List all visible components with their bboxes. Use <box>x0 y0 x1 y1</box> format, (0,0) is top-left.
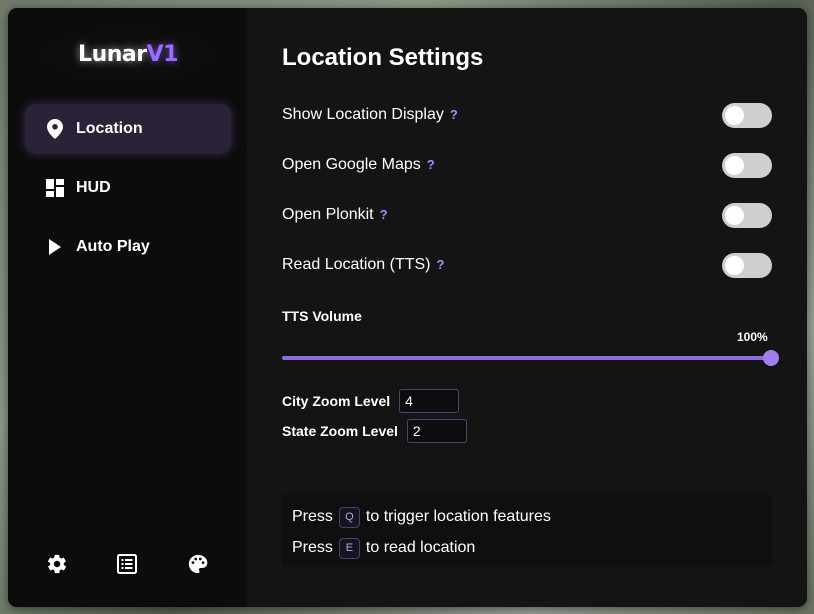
toggle-knob <box>725 205 744 225</box>
sidebar-item-auto-play[interactable]: Auto Play <box>25 222 231 272</box>
sidebar: Lunar V1 Location HUD Auto Play <box>8 8 247 607</box>
settings-panel: Location Settings Show Location Display?… <box>247 8 807 607</box>
city-zoom-row: City Zoom Level <box>282 389 460 413</box>
sidebar-item-label: Location <box>76 120 143 137</box>
help-icon[interactable]: ? <box>427 157 435 172</box>
setting-label: Read Location (TTS) <box>282 256 431 273</box>
gear-icon[interactable] <box>44 551 70 577</box>
show-location-display-toggle[interactable] <box>722 102 772 128</box>
hint-text: to trigger location features <box>365 508 551 525</box>
list-icon[interactable] <box>114 551 140 577</box>
tts-volume-slider[interactable] <box>282 350 779 366</box>
keybind-hints: Press Q to trigger location features Pre… <box>282 494 772 566</box>
help-icon[interactable]: ? <box>437 257 445 272</box>
setting-row-open-plonkit: Open Plonkit? <box>282 200 772 230</box>
toggle-knob <box>725 105 744 125</box>
help-icon[interactable]: ? <box>450 107 458 122</box>
read-location-tts-toggle[interactable] <box>722 252 772 278</box>
toggle-knob <box>725 255 744 275</box>
logo-part1: Lunar <box>78 41 147 67</box>
open-google-maps-toggle[interactable] <box>722 152 772 178</box>
open-plonkit-toggle[interactable] <box>722 202 772 228</box>
palette-icon[interactable] <box>185 551 211 577</box>
key-badge: Q <box>338 506 360 528</box>
hint-prefix: Press <box>292 508 333 525</box>
toggle-knob <box>725 155 744 175</box>
dashboard-icon <box>45 178 65 198</box>
setting-row-show-location-display: Show Location Display? <box>282 100 772 130</box>
play-icon <box>45 237 65 257</box>
sidebar-item-label: HUD <box>76 179 111 196</box>
state-zoom-input[interactable] <box>406 419 467 443</box>
tts-volume-label: TTS Volume <box>282 308 362 324</box>
sidebar-item-location[interactable]: Location <box>25 104 231 154</box>
location-pin-icon <box>45 119 65 139</box>
city-zoom-input[interactable] <box>399 389 460 413</box>
setting-label: Show Location Display <box>282 106 444 123</box>
hint-line: Press Q to trigger location features <box>292 504 762 530</box>
state-zoom-label: State Zoom Level <box>282 423 398 439</box>
app-window: Lunar V1 Location HUD Auto Play Location… <box>8 8 807 607</box>
city-zoom-label: City Zoom Level <box>282 393 391 409</box>
page-title: Location Settings <box>282 44 484 71</box>
slider-thumb[interactable] <box>763 350 779 366</box>
setting-row-read-location-tts: Read Location (TTS)? <box>282 250 772 280</box>
sidebar-item-label: Auto Play <box>76 238 150 255</box>
logo: Lunar V1 <box>28 24 228 84</box>
logo-part2: V1 <box>146 41 179 67</box>
tts-volume-value: 100% <box>737 330 768 344</box>
setting-label: Open Google Maps <box>282 156 421 173</box>
setting-label: Open Plonkit <box>282 206 374 223</box>
sidebar-nav: Location HUD Auto Play <box>25 104 231 281</box>
hint-prefix: Press <box>292 539 333 556</box>
setting-row-open-google-maps: Open Google Maps? <box>282 150 772 180</box>
hint-line: Press E to read location <box>292 535 762 561</box>
state-zoom-row: State Zoom Level <box>282 419 467 443</box>
hint-text: to read location <box>365 539 476 556</box>
sidebar-footer <box>8 551 247 577</box>
sidebar-item-hud[interactable]: HUD <box>25 163 231 213</box>
key-badge: E <box>338 537 360 559</box>
help-icon[interactable]: ? <box>380 207 388 222</box>
